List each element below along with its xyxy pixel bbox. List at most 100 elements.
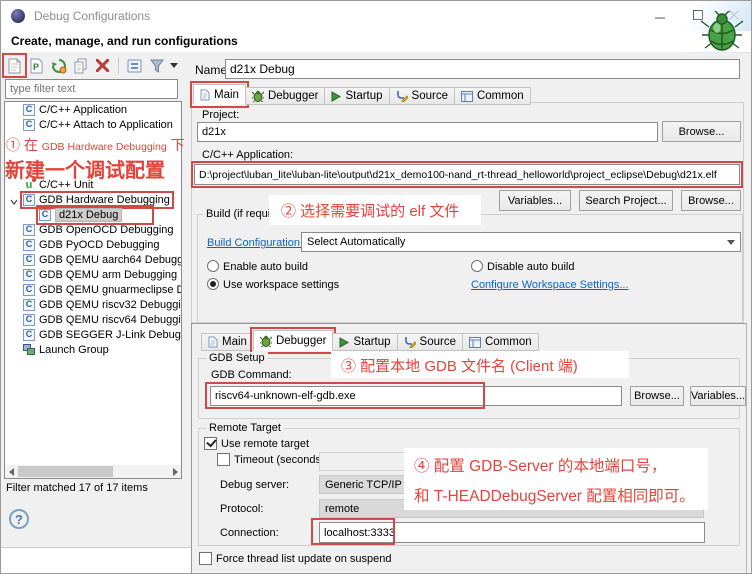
startup-tab-icon [339, 337, 349, 348]
dialog-icon [11, 9, 25, 23]
tab-source[interactable]: Source [389, 87, 455, 105]
source-tab-icon [404, 336, 416, 348]
c-file-icon: C [23, 329, 35, 341]
scrollbar-thumb[interactable] [18, 466, 113, 477]
toolbar-separator [118, 58, 119, 74]
selected-tree-label: d21x Debug [55, 208, 122, 222]
tree-item-gdb-pyocd[interactable]: C GDB PyOCD Debugging [5, 237, 181, 252]
project-input[interactable] [197, 122, 658, 142]
c-file-icon: C [23, 194, 35, 206]
use-remote-target-checkbox[interactable] [204, 437, 217, 450]
protocol-label: Protocol: [220, 503, 263, 515]
export-configuration-button[interactable] [49, 56, 68, 75]
window-title: Debug Configurations [34, 9, 150, 23]
tree-item-gdb-hardware[interactable]: C GDB Hardware Debugging [5, 192, 181, 207]
c-file-icon: C [23, 254, 35, 266]
configure-workspace-settings-link[interactable]: Configure Workspace Settings... [471, 279, 629, 291]
tree-item-gdb-openocd[interactable]: C GDB OpenOCD Debugging [5, 222, 181, 237]
project-browse-button[interactable]: Browse... [662, 121, 741, 142]
build-configuration-select[interactable]: Select Automatically [301, 232, 741, 252]
new-configuration-button[interactable] [5, 56, 24, 75]
common-tab-icon [461, 91, 473, 102]
tab-debugger[interactable]: Debugger [245, 87, 326, 105]
search-project-button[interactable]: Search Project... [579, 190, 673, 211]
gdb-setup-label: GDB Setup [206, 352, 268, 364]
application-browse-button[interactable]: Browse... [681, 190, 741, 211]
c-file-icon: C [23, 299, 35, 311]
tree-item-d21x-debug[interactable]: C d21x Debug [5, 207, 181, 222]
dialog-header: Create, manage, and run configurations [11, 34, 238, 48]
tab-common-2[interactable]: Common [462, 333, 539, 351]
annotation-1-line1: ① 在 GDB Hardware Debugging 下 [6, 135, 185, 155]
use-workspace-settings-label: Use workspace settings [223, 279, 339, 291]
c-file-icon: C [23, 119, 35, 131]
debugger-tab-icon [260, 335, 272, 347]
annotation-4: ④ 配置 GDB-Server 的本地端口号， 和 T-HEADDebugSer… [404, 448, 708, 510]
connection-label: Connection: [220, 527, 279, 539]
help-button[interactable]: ? [9, 509, 29, 529]
filter-status: Filter matched 17 of 17 items [6, 482, 148, 494]
timeout-label: Timeout (seconds): [234, 454, 328, 466]
disable-auto-build-radio[interactable] [471, 260, 483, 272]
c-file-icon: C [23, 224, 35, 236]
tree-item-qemu-arm[interactable]: C GDB QEMU arm Debugging [5, 267, 181, 282]
tree-item-qemu-riscv64[interactable]: C GDB QEMU riscv64 Debugging [5, 312, 181, 327]
tree-item-qemu-gnuarmeclipse[interactable]: C GDB QEMU gnuarmeclipse Debugging [5, 282, 181, 297]
filter-button[interactable] [147, 56, 166, 75]
use-remote-target-label: Use remote target [221, 438, 309, 450]
gdb-command-label: GDB Command: [211, 369, 292, 381]
delete-button[interactable] [93, 56, 112, 75]
variables-button[interactable]: Variables... [499, 190, 571, 211]
c-file-icon: C [23, 314, 35, 326]
timeout-checkbox[interactable] [217, 453, 230, 466]
use-workspace-settings-radio[interactable] [207, 278, 219, 290]
tree-item-cpp-attach[interactable]: C C/C++ Attach to Application [5, 117, 181, 132]
main-tab-icon [208, 336, 218, 348]
tree-horizontal-scrollbar[interactable] [5, 465, 181, 478]
enable-auto-build-radio[interactable] [207, 260, 219, 272]
project-label: Project: [202, 109, 239, 121]
connection-highlight-box [311, 518, 395, 545]
c-file-icon: C [23, 239, 35, 251]
tab-source-2[interactable]: Source [397, 333, 463, 351]
tab-debugger-2[interactable]: Debugger [253, 330, 334, 351]
tree-item-qemu-riscv32[interactable]: C GDB QEMU riscv32 Debugging [5, 297, 181, 312]
disable-auto-build-label: Disable auto build [487, 261, 574, 273]
duplicate-button[interactable] [71, 56, 90, 75]
application-input[interactable] [194, 164, 740, 185]
c-file-icon: C [23, 104, 35, 116]
new-prototype-button[interactable]: P [27, 56, 46, 75]
gdb-browse-button[interactable]: Browse... [630, 386, 684, 406]
scroll-left-arrow[interactable] [5, 465, 17, 478]
tab-startup[interactable]: Startup [324, 87, 389, 105]
tree-item-qemu-aarch64[interactable]: C GDB QEMU aarch64 Debugging [5, 252, 181, 267]
annotation-3: ③ 配置本地 GDB 文件名 (Client 端) [331, 351, 629, 378]
footer-area [1, 548, 193, 574]
name-input[interactable] [225, 59, 740, 79]
bug-icon [699, 11, 745, 58]
collapse-all-button[interactable] [125, 56, 144, 75]
build-configuration-link[interactable]: Build Configuration: [207, 237, 303, 249]
tree-item-segger-jlink[interactable]: C GDB SEGGER J-Link Debugging [5, 327, 181, 342]
filter-input[interactable] [5, 79, 178, 99]
gdb-variables-button[interactable]: Variables... [690, 386, 746, 406]
filter-menu-caret[interactable] [169, 56, 179, 75]
force-thread-label: Force thread list update on suspend [216, 553, 392, 565]
tree-item-launch-group[interactable]: Launch Group [5, 342, 181, 357]
source-tab-icon [396, 90, 408, 102]
tab-startup-2[interactable]: Startup [332, 333, 397, 351]
startup-tab-icon [331, 91, 341, 102]
annotation-2: ② 选择需要调试的 elf 文件 [269, 195, 481, 225]
force-thread-checkbox[interactable] [199, 552, 212, 565]
debugger-tab-icon [252, 90, 264, 102]
tab-main[interactable]: Main [193, 84, 246, 105]
tab-common[interactable]: Common [454, 87, 531, 105]
scroll-right-arrow[interactable] [169, 465, 181, 478]
tree-item-cpp-application[interactable]: C C/C++ Application [5, 102, 181, 117]
debug-server-label: Debug server: [220, 479, 289, 491]
c-file-icon: C [23, 269, 35, 281]
enable-auto-build-label: Enable auto build [223, 261, 308, 273]
remote-target-label: Remote Target [206, 422, 284, 434]
debug-configurations-dialog: Debug Configurations Create, manage, and… [0, 0, 752, 574]
tab-main-2[interactable]: Main [201, 333, 254, 351]
